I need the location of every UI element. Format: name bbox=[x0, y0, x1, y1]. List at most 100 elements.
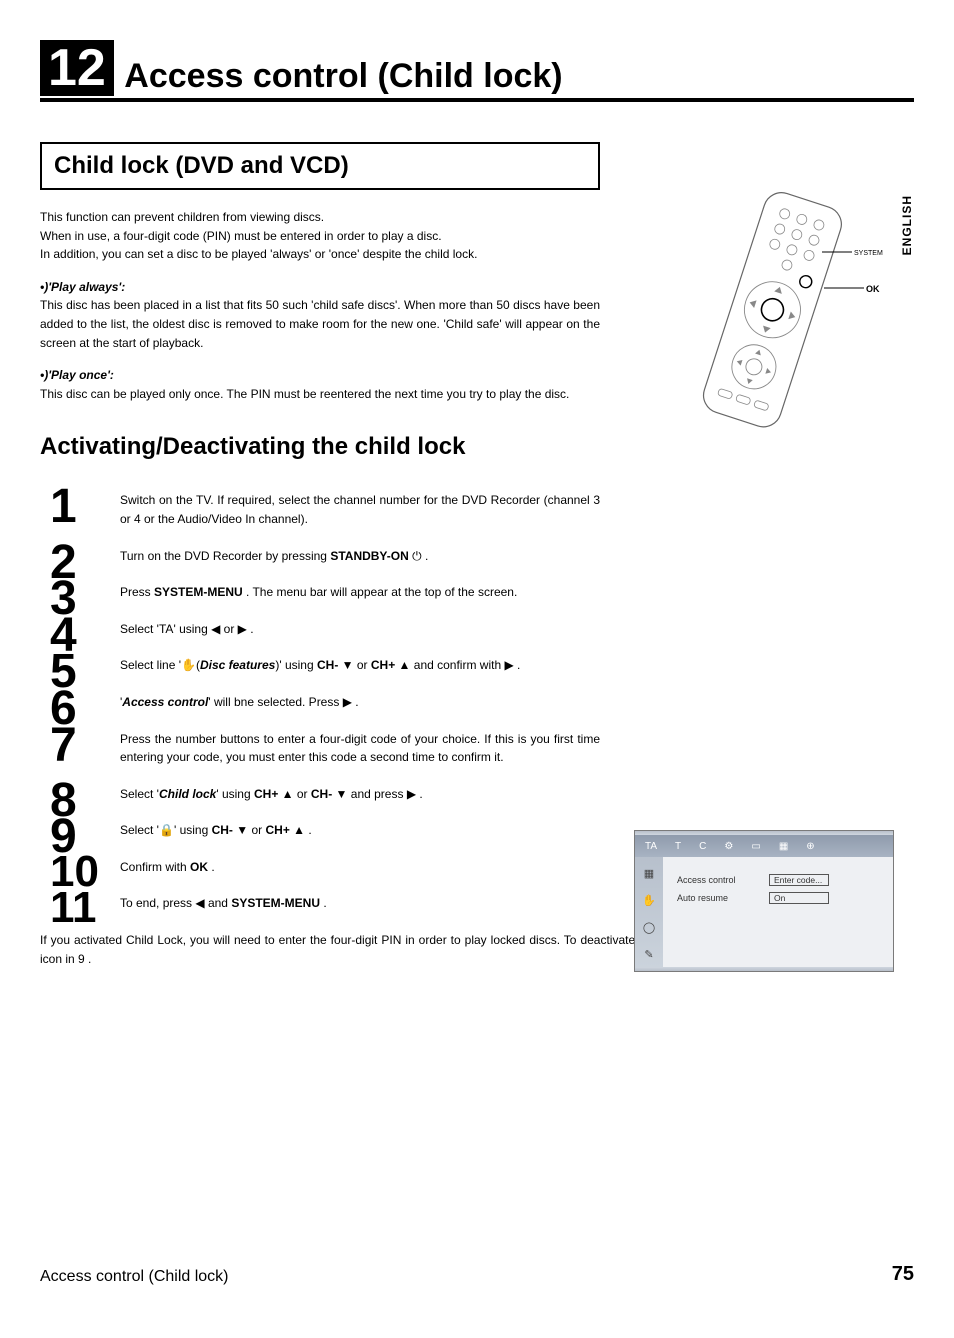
play-always-text: This disc has been placed in a list that… bbox=[40, 298, 600, 349]
osd-icon: TA bbox=[645, 841, 657, 852]
steps-list: 1 Switch on the TV. If required, select … bbox=[120, 491, 600, 913]
step-text: ' will bne selected. Press bbox=[208, 695, 342, 709]
osd-sidebar: ▦ ✋ ◯ ✎ bbox=[635, 857, 663, 967]
step-text: To end, press bbox=[120, 896, 195, 910]
intro-line-2: When in use, a four-digit code (PIN) mus… bbox=[40, 229, 442, 243]
osd-main: Access control Enter code... Auto resume… bbox=[663, 857, 893, 967]
step-10: 10 Confirm with OK . bbox=[120, 858, 600, 877]
access-control-label: Access control bbox=[122, 695, 208, 709]
step-text: Switch on the TV. If required, select th… bbox=[120, 493, 600, 526]
right-arrow-icon: ▶ bbox=[343, 695, 352, 709]
step-1: 1 Switch on the TV. If required, select … bbox=[120, 491, 600, 528]
osd-row-auto-resume: Auto resume On bbox=[677, 889, 883, 907]
osd-value: On bbox=[769, 892, 829, 904]
step-text: ' using bbox=[216, 787, 254, 801]
step-number: 11 bbox=[50, 886, 120, 930]
note-text: . bbox=[85, 952, 92, 966]
intro-line-3: In addition, you can set a disc to be pl… bbox=[40, 247, 477, 261]
left-arrow-icon: ◀ bbox=[195, 896, 204, 910]
ch-plus-label: CH+ ▲ bbox=[265, 823, 305, 837]
osd-row-access-control: Access control Enter code... bbox=[677, 871, 883, 889]
osd-sidebar-icon: ✎ bbox=[644, 948, 653, 961]
step-3: 3 Press SYSTEM-MENU . The menu bar will … bbox=[120, 583, 600, 602]
chapter-title: Access control (Child lock) bbox=[124, 57, 562, 96]
page-footer: Access control (Child lock) 75 bbox=[40, 1263, 914, 1286]
step-text: Turn on the DVD Recorder by pressing bbox=[120, 549, 330, 563]
step-text: . bbox=[352, 695, 359, 709]
remote-ok-label: OK bbox=[866, 284, 880, 294]
intro-line-1: This function can prevent children from … bbox=[40, 210, 324, 224]
step-text: ' using bbox=[174, 823, 212, 837]
ch-plus-label: CH+ ▲ bbox=[254, 787, 294, 801]
osd-sidebar-icon: ✋ bbox=[642, 894, 656, 907]
remote-system-label: SYSTEM bbox=[854, 250, 883, 257]
section-heading-activating: Activating/Deactivating the child lock bbox=[40, 433, 600, 461]
step-text: or bbox=[354, 658, 371, 672]
osd-icon: ⊕ bbox=[806, 841, 814, 852]
chapter-rule bbox=[40, 98, 914, 102]
play-always-block: •)'Play always': This disc has been plac… bbox=[40, 278, 600, 352]
step-text: and bbox=[205, 896, 232, 910]
step-text: . bbox=[514, 658, 521, 672]
osd-sidebar-icon: ▦ bbox=[644, 867, 654, 880]
osd-icon: ▦ bbox=[779, 841, 788, 852]
osd-icon-bar: TA T C ⚙ ▭ ▦ ⊕ bbox=[635, 835, 893, 857]
step-text: . bbox=[208, 860, 215, 874]
step-text: Select ' bbox=[120, 823, 159, 837]
footer-page-number: 75 bbox=[892, 1263, 914, 1286]
play-once-block: •)'Play once': This disc can be played o… bbox=[40, 366, 600, 403]
osd-sidebar-icon: ◯ bbox=[643, 921, 655, 934]
step-number: 7 bbox=[50, 722, 120, 770]
step-text: ' using bbox=[173, 622, 211, 636]
osd-icon: C bbox=[699, 841, 706, 852]
step-text: . bbox=[247, 622, 254, 636]
step-6: 6 'Access control' will bne selected. Pr… bbox=[120, 693, 600, 712]
step-text: Select ' bbox=[120, 622, 159, 636]
step-text: . bbox=[416, 787, 423, 801]
hand-icon: ✋ bbox=[181, 658, 196, 672]
left-arrow-icon: ◀ bbox=[211, 622, 220, 636]
chapter-header: 12 Access control (Child lock) bbox=[40, 40, 914, 102]
chapter-number-badge: 12 bbox=[40, 40, 114, 96]
osd-screenshot: TA T C ⚙ ▭ ▦ ⊕ ▦ ✋ ◯ ✎ Access control En… bbox=[634, 830, 894, 972]
step-11: 11 To end, press ◀ and SYSTEM-MENU . bbox=[120, 894, 600, 913]
step-ref-9: 9 bbox=[78, 952, 85, 966]
system-menu-label: SYSTEM-MENU bbox=[231, 896, 320, 910]
play-always-label: •)'Play always': bbox=[40, 280, 125, 294]
system-menu-label: SYSTEM-MENU bbox=[154, 585, 243, 599]
play-once-text: This disc can be played only once. The P… bbox=[40, 387, 569, 401]
step-4: 4 Select 'TA' using ◀ or ▶ . bbox=[120, 620, 600, 639]
step-9: 9 Select '🔒' using CH- ▼ or CH+ ▲ . bbox=[120, 821, 600, 840]
osd-icon: ⚙ bbox=[724, 841, 733, 852]
osd-label: Access control bbox=[677, 875, 769, 885]
step-text: Press bbox=[120, 585, 154, 599]
section-heading-childlock: Child lock (DVD and VCD) bbox=[40, 142, 600, 190]
standby-on-label: STANDBY-ON bbox=[330, 549, 408, 563]
osd-icon: ▭ bbox=[751, 841, 760, 852]
lock-icon: 🔒 bbox=[159, 823, 174, 837]
footer-title: Access control (Child lock) bbox=[40, 1268, 229, 1286]
right-arrow-icon: ▶ bbox=[238, 622, 247, 636]
step-text: Select line ' bbox=[120, 658, 181, 672]
step-number: 1 bbox=[50, 483, 120, 531]
right-arrow-icon: ▶ bbox=[407, 787, 416, 801]
step-8: 8 Select 'Child lock' using CH+ ▲ or CH-… bbox=[120, 785, 600, 804]
intro-paragraph: This function can prevent children from … bbox=[40, 208, 600, 264]
step-text: Confirm with bbox=[120, 860, 190, 874]
osd-value: Enter code... bbox=[769, 874, 829, 886]
step-text: and confirm with bbox=[410, 658, 504, 672]
right-arrow-icon: ▶ bbox=[504, 658, 513, 672]
step-text: or bbox=[220, 622, 237, 636]
remote-illustration: SYSTEM OK bbox=[654, 180, 894, 430]
step-5: 5 Select line '✋(Disc features)' using C… bbox=[120, 656, 600, 675]
osd-label: Auto resume bbox=[677, 893, 769, 903]
step-7: 7 Press the number buttons to enter a fo… bbox=[120, 730, 600, 767]
power-icon: ⏻ . bbox=[409, 549, 429, 563]
ch-minus-label: CH- ▼ bbox=[311, 787, 348, 801]
step-text: Press the number buttons to enter a four… bbox=[120, 732, 600, 765]
ok-label: OK bbox=[190, 860, 208, 874]
child-lock-label: Child lock bbox=[159, 787, 216, 801]
step-text: Select ' bbox=[120, 787, 159, 801]
ch-minus-label: CH- ▼ bbox=[317, 658, 354, 672]
osd-icon: T bbox=[675, 841, 681, 852]
